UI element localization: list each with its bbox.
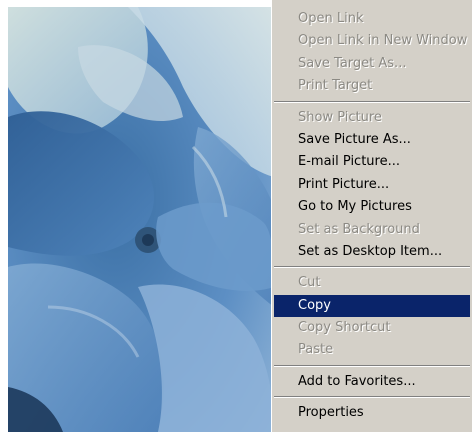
menu-item-paste[interactable]: Paste [274, 339, 470, 361]
menu-item-label: Print Picture... [298, 176, 390, 192]
menu-item-label: Open Link in New Window [298, 33, 468, 49]
menu-item-label: Add to Favorites... [298, 373, 416, 389]
menu-item-label: Save Picture As... [298, 131, 411, 147]
menu-item-label: Open Link [298, 11, 364, 26]
hydrangea-image [8, 7, 274, 432]
menu-item-set-as-background[interactable]: Set as Background [274, 219, 470, 241]
menu-separator [274, 263, 470, 272]
menu-separator [274, 362, 470, 371]
menu-item-label: Print Target [298, 78, 373, 94]
menu-item-set-as-desktop-item[interactable]: Set as Desktop Item... [274, 241, 470, 263]
screenshot-canvas: Open Link Open Link in New Window Save T… [0, 0, 472, 432]
menu-item-copy[interactable]: Copy [274, 294, 470, 318]
menu-item-cut[interactable]: Cut [274, 272, 470, 294]
menu-item-add-to-favorites[interactable]: Add to Favorites... [274, 371, 470, 393]
menu-item-save-picture-as[interactable]: Save Picture As... [274, 129, 470, 151]
menu-item-save-target-as[interactable]: Save Target As... [274, 53, 470, 75]
menu-item-label: Cut [298, 275, 321, 291]
menu-item-label: Set as Background [298, 221, 420, 237]
menu-item-print-target[interactable]: Print Target [274, 75, 470, 97]
menu-item-label: E-mail Picture... [298, 154, 400, 170]
menu-item-label: Copy [298, 297, 331, 313]
menu-item-label: Paste [298, 342, 334, 358]
menu-item-label: Go to My Pictures [298, 199, 412, 215]
menu-item-label: Save Target As... [298, 55, 407, 71]
menu-separator [274, 98, 470, 107]
menu-item-open-link-new-window[interactable]: Open Link in New Window [274, 30, 470, 52]
menu-item-open-link[interactable]: Open Link [274, 8, 470, 30]
menu-item-properties[interactable]: Properties [274, 402, 470, 424]
menu-item-copy-shortcut[interactable]: Copy Shortcut [274, 317, 470, 339]
menu-item-email-picture[interactable]: E-mail Picture... [274, 151, 470, 173]
menu-item-print-picture[interactable]: Print Picture... [274, 174, 470, 196]
hydrangea-photo[interactable] [8, 7, 274, 432]
context-menu-list: Open Link Open Link in New Window Save T… [272, 8, 472, 425]
context-menu: Open Link Open Link in New Window Save T… [271, 0, 472, 432]
menu-item-go-to-my-pictures[interactable]: Go to My Pictures [274, 196, 470, 218]
menu-item-label: Properties [298, 405, 364, 421]
menu-item-label: Copy Shortcut [298, 320, 391, 336]
menu-item-label: Set as Desktop Item... [298, 243, 443, 259]
menu-item-label: Show Picture [298, 109, 382, 125]
menu-separator [274, 393, 470, 402]
menu-item-show-picture[interactable]: Show Picture [274, 107, 470, 129]
